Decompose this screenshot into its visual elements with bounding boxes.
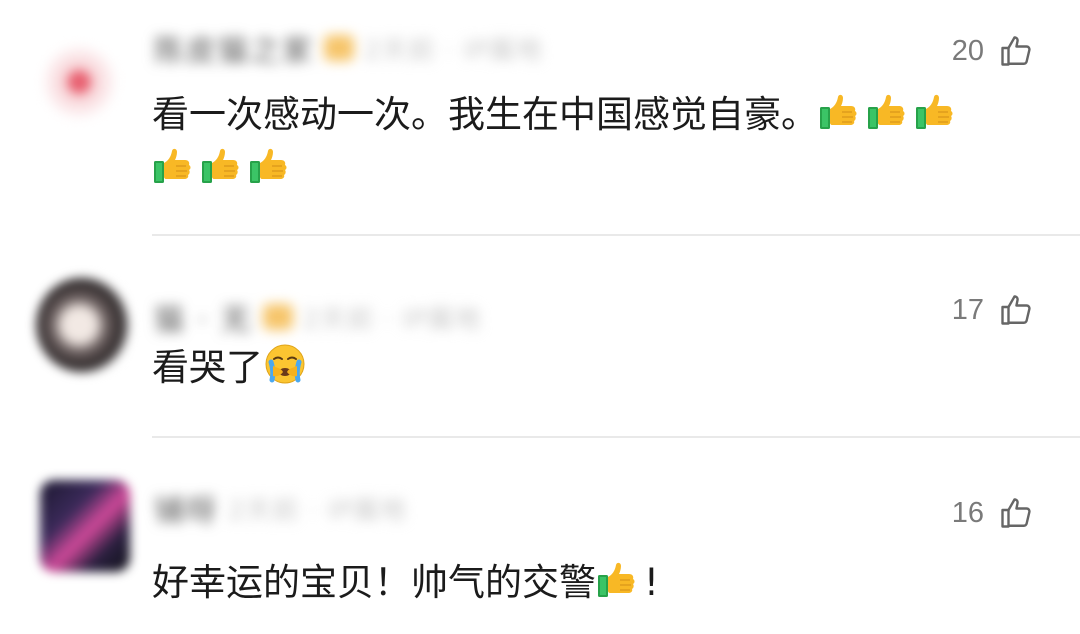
emoji-row [152,142,1040,196]
comment-text-content: 看一次感动一次。我生在中国感觉自豪。 [152,93,818,136]
vip-badge-icon [262,304,293,330]
thumbs-up-icon [914,89,958,133]
comment-item: 铺呀 2天前 · IP属地 16 好幸运的宝贝！帅气的交警! [0,438,1080,634]
comment-text-content: 看哭了 [152,346,263,389]
thumbs-up-icon [596,557,640,601]
avatar[interactable] [40,480,130,572]
like-count: 17 [951,293,984,326]
thumbs-up-outline-icon [1001,498,1031,528]
avatar[interactable] [36,34,132,130]
comment-item: 猫 · 无 2天前 · IP属地 17 看哭了 [0,237,1080,437]
username-text: 陈皮猫之家 [154,34,314,69]
comment-text: 看哭了 [152,341,1040,395]
vip-badge-icon [324,35,354,61]
comment-item: 陈皮猫之家 2天前 · IP属地 20 看一次感动一次。我生在中国感觉自豪。 [0,0,1080,236]
like-button[interactable]: 17 [952,292,1034,328]
avatar[interactable] [36,277,132,373]
comment-list: 陈皮猫之家 2天前 · IP属地 20 看一次感动一次。我生在中国感觉自豪。 猫… [0,0,1080,634]
thumbs-up-icon [152,143,196,187]
thumbs-up-icon [866,89,910,133]
comment-text-content: 好幸运的宝贝！帅气的交警 [152,561,596,604]
comment-text: 看一次感动一次。我生在中国感觉自豪。 [152,88,1040,196]
thumbs-up-outline-icon [1001,36,1031,66]
comment-meta: 2天前 · IP属地 [302,304,482,335]
comment-text-suffix: ! [644,561,659,604]
username-text: 猫 · 无 [154,303,253,338]
crying-face-icon [263,342,307,386]
thumbs-up-icon [818,89,862,133]
comment-text: 好幸运的宝贝！帅气的交警! [152,556,1040,610]
username-text: 铺呀 [154,494,218,529]
like-count: 20 [951,34,984,67]
comment-meta: 2天前 · IP属地 [364,35,543,66]
username[interactable]: 猫 · 无 2天前 · IP属地 [154,299,482,338]
comment-meta: 2天前 · IP属地 [228,495,407,526]
username[interactable]: 陈皮猫之家 2天前 · IP属地 [154,30,543,69]
like-count: 16 [951,496,984,529]
username[interactable]: 铺呀 2天前 · IP属地 [154,490,407,529]
like-button[interactable]: 20 [952,33,1034,69]
divider [152,234,1080,236]
thumbs-up-icon [200,143,244,187]
thumbs-up-icon [248,143,292,187]
thumbs-up-outline-icon [1001,295,1031,325]
like-button[interactable]: 16 [952,495,1034,531]
